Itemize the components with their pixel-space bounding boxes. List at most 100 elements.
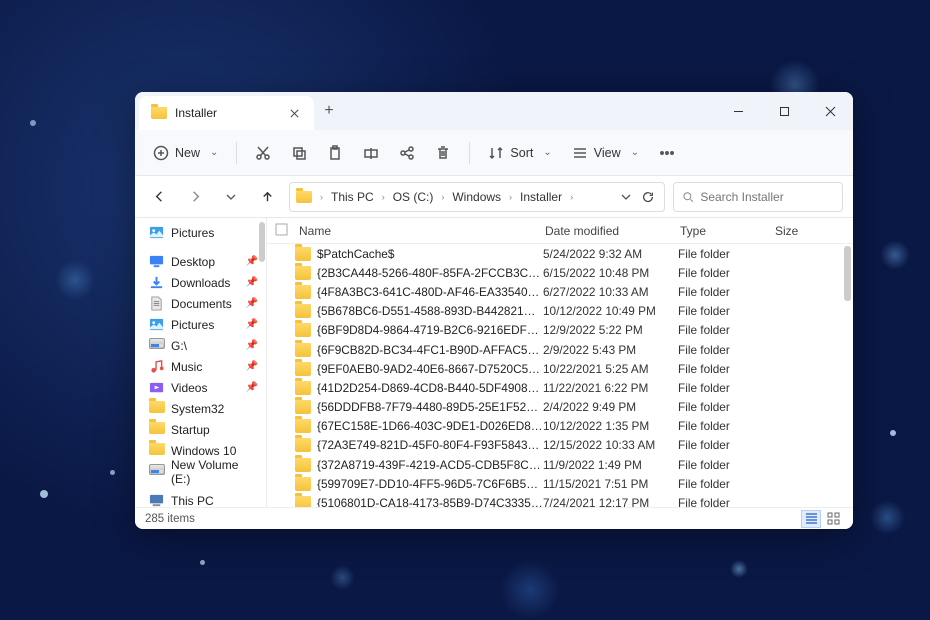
window-tab[interactable]: Installer [139, 96, 314, 130]
search-box[interactable] [673, 182, 843, 212]
sidebar-item[interactable]: Desktop📌 [135, 251, 266, 272]
file-row[interactable]: {2B3CA448-5266-480F-85FA-2FCCB3C8712C}6/… [267, 263, 853, 282]
file-type: File folder [678, 343, 773, 357]
close-button[interactable] [807, 92, 853, 130]
sidebar-item[interactable]: Music📌 [135, 356, 266, 377]
sidebar-item[interactable]: Pictures📌 [135, 314, 266, 335]
file-row[interactable]: {9EF0AEB0-9AD2-40E6-8667-D7520C508941}10… [267, 359, 853, 378]
file-name: {41D2D254-D869-4CD8-B440-5DF49083C4... [317, 381, 543, 395]
chevron-right-icon[interactable]: › [568, 192, 575, 202]
sidebar-item[interactable]: Pictures [135, 222, 266, 243]
file-row[interactable]: {6BF9D8D4-9864-4719-B2C6-9216EDF0402...1… [267, 321, 853, 340]
chevron-right-icon[interactable]: › [507, 192, 514, 202]
column-type[interactable]: Type [680, 224, 775, 238]
file-date: 6/27/2022 10:33 AM [543, 285, 678, 299]
chevron-right-icon[interactable]: › [380, 192, 387, 202]
file-row[interactable]: {67EC158E-1D66-403C-9DE1-D026ED88C94...1… [267, 417, 853, 436]
file-row[interactable]: {5B678BC6-D551-4588-893D-B442821ECD2...1… [267, 302, 853, 321]
back-button[interactable] [145, 183, 173, 211]
file-row[interactable]: {599709E7-DD10-4FF5-96D5-7C6F6B5F62C0}11… [267, 474, 853, 493]
file-type: File folder [678, 477, 773, 491]
file-date: 10/12/2022 10:49 PM [543, 304, 678, 318]
file-name: {2B3CA448-5266-480F-85FA-2FCCB3C8712C} [317, 266, 543, 280]
file-row[interactable]: {6F9CB82D-BC34-4FC1-B90D-AFFAC5C85E7B}2/… [267, 340, 853, 359]
sidebar-item[interactable]: Videos📌 [135, 377, 266, 398]
select-all-checkbox[interactable] [275, 223, 295, 239]
pin-icon: 📌 [246, 277, 258, 288]
pictures-icon [149, 317, 164, 332]
file-row[interactable]: {4F8A3BC3-641C-480D-AF46-EA3354016EA7}6/… [267, 282, 853, 301]
sidebar-item[interactable]: This PC [135, 490, 266, 507]
file-row[interactable]: {372A8719-439F-4219-ACD5-CDB5F8CD70...11… [267, 455, 853, 474]
sidebar-item-label: Desktop [171, 255, 215, 269]
file-row[interactable]: {72A3E749-821D-45F0-80F4-F93F5843FA5C}12… [267, 436, 853, 455]
file-row[interactable]: {5106801D-CA18-4173-85B9-D74C33358F7F}7/… [267, 493, 853, 507]
scrollbar[interactable] [259, 222, 265, 262]
sidebar-item-label: Videos [171, 381, 207, 395]
sidebar-item-label: Music [171, 360, 202, 374]
close-tab-icon[interactable] [286, 105, 302, 121]
column-header[interactable]: Name Date modified Type Size [267, 218, 853, 244]
folder-icon [295, 458, 311, 472]
sidebar-item[interactable]: System32 [135, 398, 266, 419]
chevron-right-icon[interactable]: › [318, 192, 325, 202]
cut-button[interactable] [247, 138, 279, 168]
scrollbar[interactable] [844, 246, 851, 301]
more-button[interactable] [651, 138, 683, 168]
delete-button[interactable] [427, 138, 459, 168]
sidebar-item-label: Documents [171, 297, 232, 311]
sidebar-item-label: G:\ [171, 339, 187, 353]
paste-button[interactable] [319, 138, 351, 168]
file-name: {56DDDFB8-7F79-4480-89D5-25E1F52AB28F} [317, 400, 543, 414]
rename-button[interactable] [355, 138, 387, 168]
breadcrumb-segment[interactable]: Installer [516, 188, 566, 206]
sidebar-item[interactable]: New Volume (E:) [135, 461, 266, 482]
forward-button[interactable] [181, 183, 209, 211]
titlebar[interactable]: Installer + [135, 92, 853, 130]
column-date[interactable]: Date modified [545, 224, 680, 238]
breadcrumb-segment[interactable]: This PC [327, 188, 378, 206]
music-icon [149, 359, 164, 374]
recent-button[interactable] [217, 183, 245, 211]
file-date: 2/4/2022 9:49 PM [543, 400, 678, 414]
column-name[interactable]: Name [295, 224, 545, 238]
file-row[interactable]: {56DDDFB8-7F79-4480-89D5-25E1F52AB28F}2/… [267, 398, 853, 417]
breadcrumb-segment[interactable]: Windows [448, 188, 505, 206]
column-size[interactable]: Size [775, 224, 835, 238]
sidebar[interactable]: PicturesDesktop📌Downloads📌Documents📌Pict… [135, 218, 267, 507]
sort-button[interactable]: Sort ⌄ [480, 138, 559, 168]
search-input[interactable] [700, 190, 834, 204]
new-tab-button[interactable]: + [314, 92, 344, 130]
refresh-button[interactable] [638, 183, 658, 211]
sidebar-item[interactable]: Documents📌 [135, 293, 266, 314]
copy-button[interactable] [283, 138, 315, 168]
maximize-button[interactable] [761, 92, 807, 130]
dropdown-button[interactable] [616, 183, 636, 211]
file-row[interactable]: {41D2D254-D869-4CD8-B440-5DF49083C4...11… [267, 378, 853, 397]
sidebar-item[interactable]: Downloads📌 [135, 272, 266, 293]
share-button[interactable] [391, 138, 423, 168]
breadcrumb-segment[interactable]: OS (C:) [389, 188, 438, 206]
icons-view-button[interactable] [823, 510, 843, 528]
file-row[interactable]: $PatchCache$5/24/2022 9:32 AMFile folder [267, 244, 853, 263]
sidebar-item[interactable]: G:\📌 [135, 335, 266, 356]
file-name: {6F9CB82D-BC34-4FC1-B90D-AFFAC5C85E7B} [317, 343, 543, 357]
file-type: File folder [678, 496, 773, 507]
details-view-button[interactable] [801, 510, 821, 528]
up-button[interactable] [253, 183, 281, 211]
toolbar: New ⌄ Sort ⌄ View ⌄ [135, 130, 853, 176]
sidebar-item[interactable]: Startup [135, 419, 266, 440]
new-button[interactable]: New ⌄ [145, 138, 226, 168]
minimize-button[interactable] [715, 92, 761, 130]
file-date: 11/9/2022 1:49 PM [543, 458, 678, 472]
view-button[interactable]: View ⌄ [564, 138, 647, 168]
chevron-right-icon[interactable]: › [439, 192, 446, 202]
disk-icon [149, 464, 164, 479]
desktop-icon [149, 254, 164, 269]
folder-icon [295, 266, 311, 280]
file-rows[interactable]: $PatchCache$5/24/2022 9:32 AMFile folder… [267, 244, 853, 507]
tab-title: Installer [175, 106, 278, 120]
address-bar[interactable]: › This PC›OS (C:)›Windows›Installer› [289, 182, 665, 212]
file-type: File folder [678, 458, 773, 472]
file-name: {4F8A3BC3-641C-480D-AF46-EA3354016EA7} [317, 285, 543, 299]
